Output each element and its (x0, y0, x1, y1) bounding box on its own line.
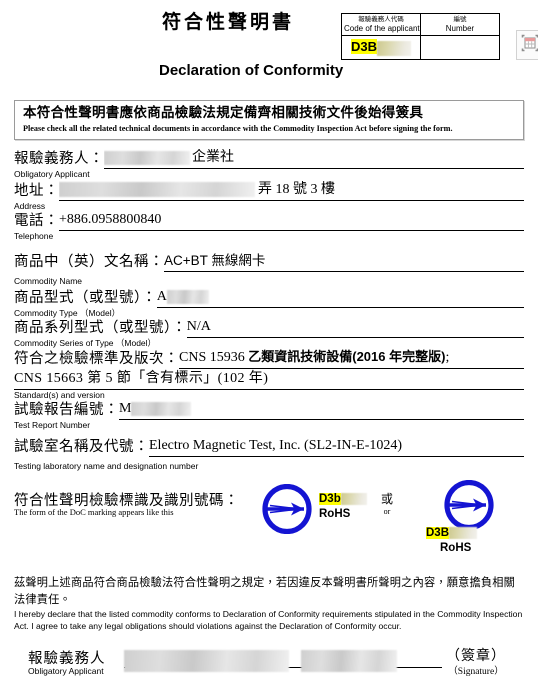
field-commodity-name: 商品中（英）文名稱： AC+BT 無線網卡 Commodity Name (14, 252, 524, 287)
commodity-type-prefix: A (156, 289, 167, 304)
address-suffix: 弄 18 號 3 樓 (258, 182, 335, 197)
field-address-value[interactable]: 弄 18 號 3 樓 (59, 181, 524, 201)
marking-label-en: The form of the DoC marking appears like… (14, 507, 174, 517)
field-commodity-type: 商品型式（或型號）： A Commodity Type （Model） (14, 288, 524, 319)
field-commodity-type-value[interactable]: A (156, 288, 524, 308)
declaration-en: I hereby declare that the listed commodi… (14, 609, 523, 631)
field-commodity-series: 商品系列型式（或型號）： N/A Commodity Series of Typ… (14, 318, 524, 349)
field-test-report-value[interactable]: M (119, 400, 524, 420)
doc-marking-section: 符合性聲明檢驗標識及識別號碼： The form of the DoC mark… (14, 476, 524, 572)
applicant-code-table: 報驗義務人代碼 Code of the applicant 編號 Number … (341, 13, 500, 60)
applicant-code-visible: D3B (350, 39, 377, 55)
bsmi-mark-b-text: D3B RoHS (426, 526, 478, 556)
applicant-code-header-en: Code of the applicant (344, 24, 420, 33)
field-commodity-type-label-zh: 商品型式（或型號）： (14, 290, 157, 306)
mark-a-rohs: RoHS (319, 508, 351, 520)
field-commodity-series-value[interactable]: N/A (186, 318, 524, 338)
field-applicant: 報驗義務人： 企業社 Obligatory Applicant (14, 149, 524, 180)
field-test-report-label-zh: 試驗報告編號： (14, 402, 119, 418)
applicant-name-suffix: 企業社 (192, 150, 234, 165)
mark-a-code-visible: D3b (319, 493, 341, 505)
bsmi-mark-a-text: D3b RoHS (319, 492, 367, 522)
mark-a-code-redaction (340, 492, 367, 505)
marking-or-separator: 或 or (376, 492, 398, 517)
mark-b-code-visible: D3B (426, 527, 450, 539)
signature-section: 報驗義務人 Obligatory Applicant （簽章） （Signatu… (14, 647, 524, 689)
field-standards-label-zh: 符合之檢驗標準及版次： (14, 351, 179, 367)
notice-box: 本符合性聲明書應依商品檢驗法規定備齊相關技術文件後始得簽具 Please che… (14, 100, 524, 140)
field-commodity-name-label-en: Commodity Name (14, 276, 83, 286)
signature-redaction-left (124, 650, 289, 672)
number-header-zh: 編號 (453, 15, 467, 23)
mark-b-code-line: D3B (426, 526, 478, 539)
field-applicant-label-zh: 報驗義務人： (14, 151, 104, 167)
field-standards-value-line2[interactable]: CNS 15663 第 5 節「含有標示」(102 年) (14, 369, 524, 390)
address-redaction (59, 182, 255, 198)
signature-label-zh: 報驗義務人 (28, 651, 106, 667)
field-address-label-zh: 地址： (14, 183, 59, 199)
field-telephone: 電話： +886.0958800840 Telephone (14, 211, 524, 242)
number-header-en: Number (445, 24, 475, 33)
applicant-code-header-zh: 報驗義務人代碼 (358, 15, 404, 23)
declaration-zh-line2: 法律責任。 (14, 593, 71, 606)
page-title-en: Declaration of Conformity (159, 62, 344, 79)
standards-line1-a: CNS 15936 (179, 350, 249, 365)
notice-text-en: Please check all the related technical d… (23, 124, 453, 133)
notice-text-zh: 本符合性聲明書應依商品檢驗法規定備齊相關技術文件後始得簽具 (23, 105, 424, 121)
table-row: D3B (341, 35, 500, 60)
field-applicant-label-en: Obligatory Applicant (14, 169, 90, 179)
test-report-prefix: M (119, 401, 132, 416)
mark-a-code-line: D3b (319, 492, 367, 505)
field-test-report: 試驗報告編號： M Test Report Number (14, 400, 524, 431)
field-telephone-value[interactable]: +886.0958800840 (59, 211, 524, 231)
field-standards: 符合之檢驗標準及版次： CNS 15936 乙類資訊技術設備(2016 年完整版… (14, 348, 524, 401)
standards-line1-c: ; (445, 350, 450, 365)
form-fields: 報驗義務人： 企業社 Obligatory Applicant 地址： 弄 18… (14, 149, 524, 472)
field-commodity-name-label-zh: 商品中（英）文名稱： (14, 254, 164, 270)
field-commodity-name-value[interactable]: AC+BT 無線網卡 (164, 252, 524, 272)
field-commodity-series-label-zh: 商品系列型式（或型號）： (14, 320, 187, 336)
number-header: 編號 Number (420, 13, 500, 36)
or-label-zh: 或 (380, 492, 393, 506)
signature-label-en: Obligatory Applicant (28, 666, 104, 676)
document-header: 符合性聲明書 Declaration of Conformity 報驗義務人代碼… (14, 0, 538, 96)
bsmi-mark-icon (442, 480, 496, 530)
applicant-code-value-cell[interactable]: D3B (341, 35, 421, 60)
signature-redaction-right (301, 650, 397, 672)
applicant-code-redaction (377, 40, 411, 56)
field-lab-label-en: Testing laboratory name and designation … (14, 461, 199, 471)
doc-page: 符合性聲明書 Declaration of Conformity 報驗義務人代碼… (0, 0, 538, 677)
field-address: 地址： 弄 18 號 3 樓 Address (14, 181, 524, 212)
test-report-redaction (131, 401, 192, 416)
standards-line1-b: 乙類資訊技術設備(2016 年完整版) (248, 349, 446, 364)
mark-b-code-redaction (449, 526, 478, 539)
table-row: 報驗義務人代碼 Code of the applicant 編號 Number (341, 13, 500, 36)
declaration-paragraph: 茲聲明上述商品符合商品檢驗法符合性聲明之規定，若因違反本聲明書所聲明之內容，願意… (14, 574, 524, 632)
page-title-zh: 符合性聲明書 (162, 11, 295, 33)
number-value-cell[interactable] (420, 35, 500, 60)
bsmi-mark-icon (260, 484, 314, 534)
signature-seal-zh: （簽章） (446, 648, 506, 664)
applicant-code-header: 報驗義務人代碼 Code of the applicant (341, 13, 421, 36)
field-lab: 試驗室名稱及代號： Electro Magnetic Test, Inc. (S… (14, 437, 524, 472)
field-applicant-value[interactable]: 企業社 (104, 149, 524, 169)
field-test-report-label-en: Test Report Number (14, 420, 91, 430)
declaration-zh-line1: 茲聲明上述商品符合商品檢驗法符合性聲明之規定，若因違反本聲明書所聲明之內容，願意… (14, 576, 516, 589)
table-select-icon[interactable] (516, 30, 538, 60)
signature-seal-hint: （簽章） （Signature） (428, 647, 524, 679)
field-telephone-label-zh: 電話： (14, 213, 59, 229)
signature-seal-en: （Signature） (448, 667, 504, 677)
mark-b-rohs: RoHS (440, 542, 472, 554)
field-lab-label-zh: 試驗室名稱及代號： (14, 439, 149, 455)
commodity-type-redaction (166, 289, 209, 304)
field-telephone-label-en: Telephone (14, 231, 54, 241)
applicant-code-highlight: D3B (350, 39, 377, 55)
applicant-name-redaction (104, 150, 190, 165)
or-label-en: or (383, 507, 391, 516)
field-lab-value[interactable]: Electro Magnetic Test, Inc. (SL2-IN-E-10… (149, 437, 524, 457)
field-standards-value-line1[interactable]: CNS 15936 乙類資訊技術設備(2016 年完整版); (179, 348, 524, 369)
